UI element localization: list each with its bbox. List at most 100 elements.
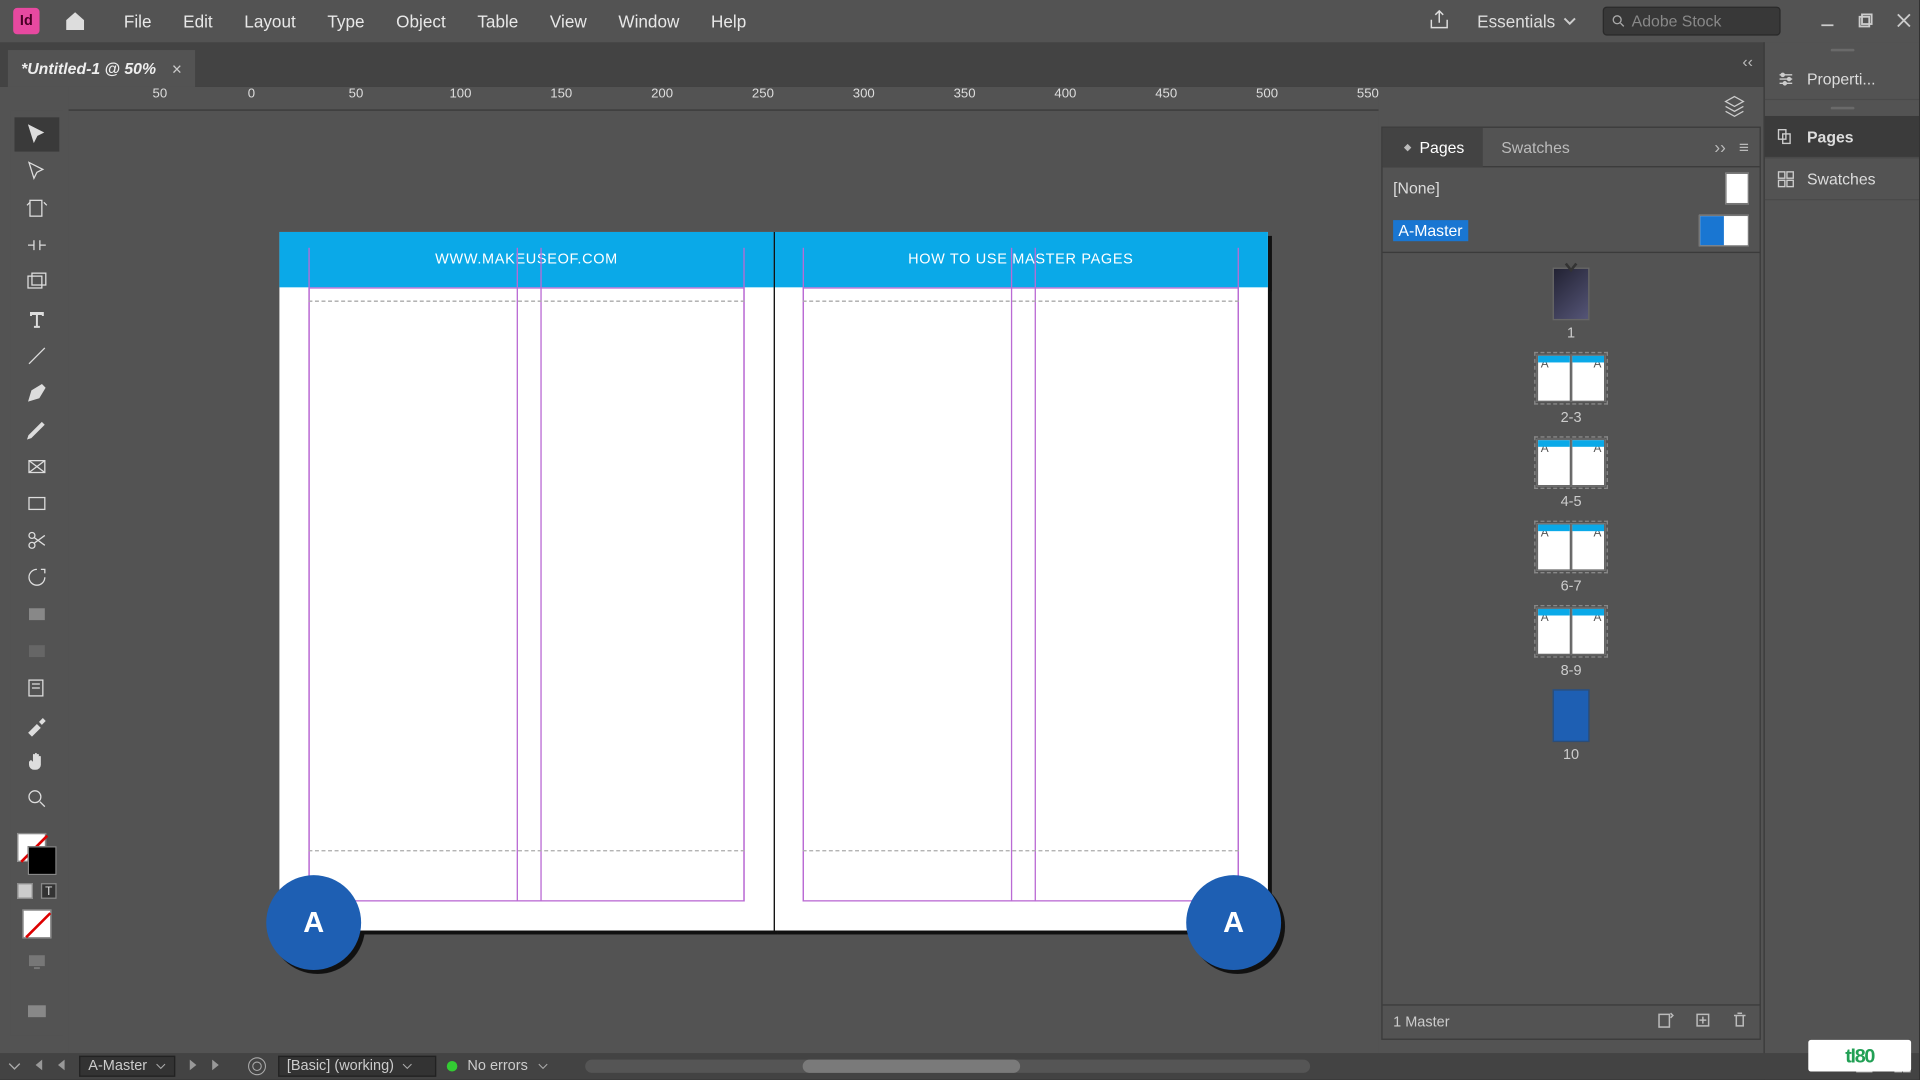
- pages-list[interactable]: 1 2-3 4-5 6-7 8-9 10: [1383, 260, 1760, 1002]
- layers-panel-button[interactable]: [1716, 87, 1753, 124]
- horizontal-ruler: 50050100150200250300350400450500550: [69, 87, 1379, 111]
- master-a-thumb: [1699, 215, 1749, 247]
- menu-object[interactable]: Object: [380, 0, 461, 42]
- note-tool[interactable]: [14, 671, 59, 705]
- share-icon[interactable]: [1427, 7, 1451, 35]
- gradient-swatch-tool[interactable]: [14, 597, 59, 631]
- formatting-text-icon[interactable]: T: [41, 883, 57, 899]
- rectangle-frame-tool[interactable]: [14, 449, 59, 483]
- preflight-status-dot: [446, 1061, 457, 1072]
- apply-none-icon[interactable]: [22, 909, 51, 938]
- page-number-circle-left[interactable]: A: [266, 875, 361, 970]
- minimize-button[interactable]: [1820, 11, 1834, 31]
- chevron-down-icon[interactable]: [538, 1061, 549, 1072]
- right-page-header: HOW TO USE MASTER PAGES: [774, 232, 1268, 287]
- page-thumb-label: 1: [1567, 326, 1575, 342]
- menu-type[interactable]: Type: [312, 0, 381, 42]
- status-bar: A-Master [Basic] (working) No errors: [0, 1053, 1919, 1079]
- page-thumb[interactable]: 10: [1553, 689, 1590, 763]
- page-thumb[interactable]: 8-9: [1534, 605, 1608, 679]
- workspace-selector[interactable]: Essentials: [1467, 11, 1587, 31]
- gap-tool[interactable]: [14, 228, 59, 262]
- menu-edit[interactable]: Edit: [167, 0, 228, 42]
- panel-menu-icon[interactable]: ≡: [1739, 137, 1749, 157]
- horizontal-scrollbar[interactable]: [586, 1060, 1311, 1073]
- watermark: tl80: [1808, 1040, 1911, 1072]
- scissors-tool[interactable]: [14, 523, 59, 557]
- line-tool[interactable]: [14, 339, 59, 373]
- swatches-panel-label: Swatches: [1807, 169, 1876, 187]
- formatting-container-icon[interactable]: [17, 883, 33, 899]
- menu-help[interactable]: Help: [695, 0, 762, 42]
- document-tab[interactable]: *Untitled-1 @ 50% ×: [8, 50, 195, 87]
- ruler-tick: 0: [248, 87, 255, 101]
- next-page-button[interactable]: [185, 1058, 198, 1075]
- pencil-tool[interactable]: [14, 413, 59, 447]
- menu-layout[interactable]: Layout: [228, 0, 311, 42]
- type-tool[interactable]: [14, 302, 59, 336]
- master-a-label: A-Master: [1393, 220, 1468, 241]
- view-mode-toggle[interactable]: [14, 945, 59, 979]
- gradient-feather-tool[interactable]: [14, 634, 59, 668]
- master-none-thumb: [1725, 173, 1749, 205]
- swatches-panel-button[interactable]: Swatches: [1765, 158, 1919, 200]
- preflight-icon[interactable]: [246, 1056, 267, 1077]
- first-page-button[interactable]: [32, 1058, 45, 1075]
- direct-selection-tool[interactable]: [14, 154, 59, 188]
- selection-tool[interactable]: [14, 117, 59, 151]
- page-thumb[interactable]: 4-5: [1534, 436, 1608, 510]
- home-button[interactable]: [55, 3, 95, 40]
- collapse-panel-icon[interactable]: ››: [1714, 137, 1725, 157]
- rectangle-tool[interactable]: [14, 486, 59, 520]
- fill-stroke-indicator[interactable]: [14, 830, 59, 877]
- properties-panel-button[interactable]: Properti...: [1765, 58, 1919, 100]
- last-page-button[interactable]: [209, 1058, 222, 1075]
- menu-window[interactable]: Window: [603, 0, 696, 42]
- page-thumb[interactable]: 2-3: [1534, 352, 1608, 426]
- preflight-profile-selector[interactable]: [Basic] (working): [278, 1056, 436, 1077]
- hand-tool[interactable]: [14, 745, 59, 779]
- pages-panel-button[interactable]: Pages: [1765, 116, 1919, 158]
- left-page[interactable]: WWW.MAKEUSEOF.COM: [279, 232, 773, 931]
- ruler-tick: 550: [1357, 87, 1379, 101]
- menu-table[interactable]: Table: [462, 0, 535, 42]
- close-button[interactable]: [1897, 11, 1911, 31]
- document-tab-bar: *Untitled-1 @ 50% ×: [0, 42, 1919, 87]
- app-logo: Id: [13, 8, 39, 34]
- page-thumb-label: 2-3: [1561, 410, 1582, 426]
- master-a-row[interactable]: A-Master: [1383, 210, 1760, 252]
- pen-tool[interactable]: [14, 376, 59, 410]
- ruler-tick: 300: [853, 87, 875, 101]
- page-thumb[interactable]: 6-7: [1534, 521, 1608, 595]
- master-none-row[interactable]: [None]: [1383, 167, 1760, 209]
- free-transform-tool[interactable]: [14, 560, 59, 594]
- canvas-area[interactable]: 50050100150200250300350400450500550 WWW.…: [69, 87, 1379, 1061]
- new-page-icon[interactable]: [1694, 1011, 1712, 1033]
- page-number-circle-right[interactable]: A: [1186, 875, 1281, 970]
- eyedropper-tool[interactable]: [14, 708, 59, 742]
- panel-tab-swatches[interactable]: Swatches: [1483, 127, 1588, 167]
- ruler-tick: 100: [449, 87, 471, 101]
- maximize-button[interactable]: [1858, 11, 1872, 31]
- page-thumb[interactable]: 1: [1553, 268, 1590, 342]
- expand-panels-icon[interactable]: ‹‹: [1742, 53, 1753, 71]
- page-tool[interactable]: [14, 191, 59, 225]
- delete-page-icon[interactable]: [1731, 1011, 1749, 1033]
- chevron-down-icon: [1563, 14, 1576, 27]
- menu-file[interactable]: File: [108, 0, 167, 42]
- menu-view[interactable]: View: [534, 0, 602, 42]
- chevron-down-icon[interactable]: [8, 1060, 21, 1073]
- prev-page-button[interactable]: [55, 1058, 68, 1075]
- zoom-tool[interactable]: [14, 782, 59, 816]
- screen-mode-button[interactable]: [14, 995, 59, 1029]
- master-spread[interactable]: WWW.MAKEUSEOF.COM HOW TO USE MASTER PAGE…: [279, 232, 1268, 931]
- page-selector[interactable]: A-Master: [79, 1056, 175, 1077]
- close-tab-icon[interactable]: ×: [172, 59, 182, 79]
- content-collector-tool[interactable]: [14, 265, 59, 299]
- search-input[interactable]: Adobe Stock: [1603, 7, 1781, 36]
- edit-page-size-icon[interactable]: [1657, 1011, 1675, 1033]
- right-page[interactable]: HOW TO USE MASTER PAGES: [774, 232, 1268, 931]
- stroke-swatch[interactable]: [28, 846, 57, 875]
- panel-tab-pages[interactable]: Pages: [1383, 127, 1483, 167]
- document-tab-title: *Untitled-1 @ 50%: [21, 59, 156, 77]
